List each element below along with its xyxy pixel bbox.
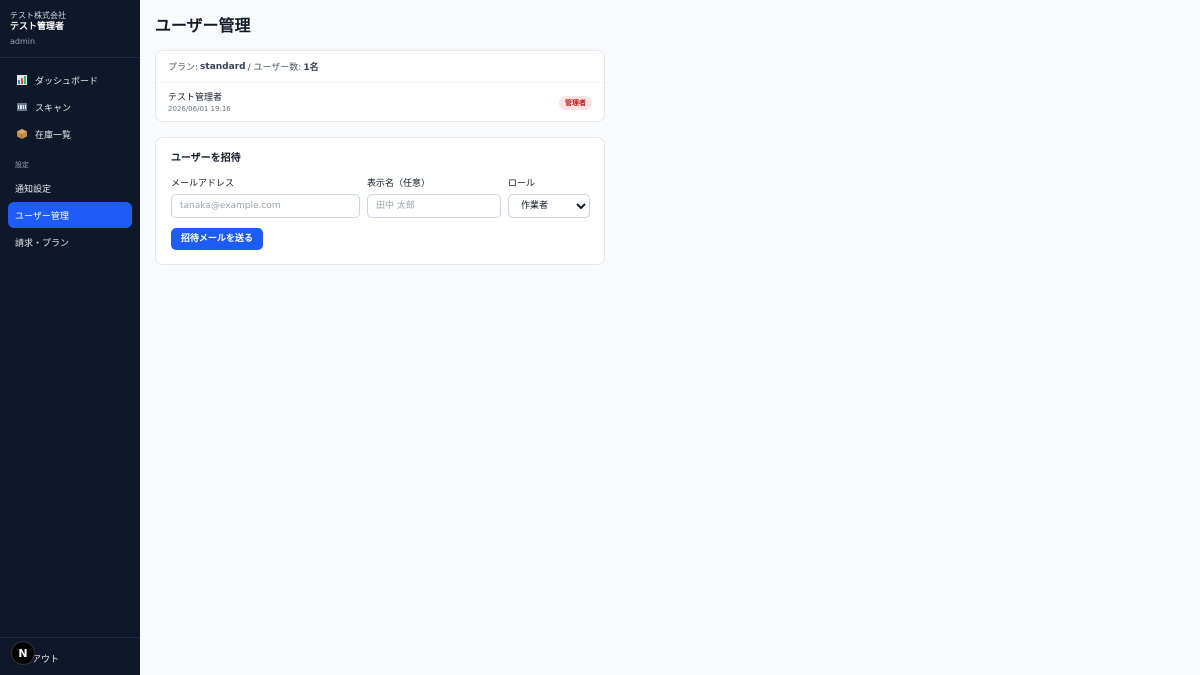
dev-badge-icon[interactable]: N <box>12 642 34 664</box>
plan-separator: / ユーザー数: <box>247 63 302 73</box>
company-name: テスト株式会社 <box>10 11 66 20</box>
org-header: テスト株式会社 テスト管理者 admin <box>0 0 140 58</box>
sidebar: テスト株式会社 テスト管理者 admin ダッシュボード スキャン 在庫一覧 設… <box>0 0 140 675</box>
user-count: 1名 <box>303 63 319 73</box>
display-name-label: 表示名（任意） <box>367 179 431 189</box>
chart-icon <box>16 75 27 86</box>
role-select[interactable]: 作業者 <box>508 194 590 218</box>
sidebar-nav: ダッシュボード スキャン 在庫一覧 設定 通知設定 ユーザー管理 請求・プラン <box>0 58 140 255</box>
sidebar-item-users[interactable]: ユーザー管理 <box>8 202 132 228</box>
barcode-icon <box>16 102 27 113</box>
invite-title: ユーザーを招待 <box>171 153 241 164</box>
plan-name: standard <box>200 61 246 72</box>
email-label: メールアドレス <box>171 179 235 189</box>
display-name-field[interactable] <box>367 194 501 218</box>
sidebar-item-billing[interactable]: 請求・プラン <box>8 229 132 255</box>
account-role: admin <box>10 37 36 46</box>
sidebar-item-scan[interactable]: スキャン <box>8 94 132 120</box>
plan-prefix: プラン: <box>168 63 199 73</box>
settings-section-label: 設定 <box>15 161 29 169</box>
email-field[interactable] <box>171 194 360 218</box>
sidebar-item-label: 在庫一覧 <box>35 130 72 141</box>
role-badge: 管理者 <box>559 96 592 110</box>
sidebar-item-label: ユーザー管理 <box>15 211 69 222</box>
plan-summary: プラン: standard / ユーザー数: 1名 <box>156 51 604 83</box>
user-list-card: プラン: standard / ユーザー数: 1名 テスト管理者 2026/06… <box>155 50 605 122</box>
sidebar-item-notifications[interactable]: 通知設定 <box>8 175 132 201</box>
sidebar-item-dashboard[interactable]: ダッシュボード <box>8 67 132 93</box>
send-invite-button[interactable]: 招待メールを送る <box>171 228 264 250</box>
box-icon <box>16 129 27 140</box>
role-field-group: ロール 作業者 <box>508 178 590 218</box>
email-field-group: メールアドレス <box>171 178 360 218</box>
user-name: テスト管理者 <box>168 93 223 103</box>
logout-link[interactable]: アウト <box>32 652 59 665</box>
sidebar-item-label: ダッシュボード <box>35 76 99 87</box>
list-item: テスト管理者 2026/06/01 19:16 管理者 <box>156 83 604 122</box>
main-content: ユーザー管理 プラン: standard / ユーザー数: 1名 テスト管理者 … <box>155 0 615 265</box>
sidebar-item-label: スキャン <box>35 103 72 114</box>
invite-form: メールアドレス 表示名（任意） ロール 作業者 <box>171 178 590 218</box>
sidebar-footer: アウト N <box>0 637 140 675</box>
role-label: ロール <box>508 179 536 189</box>
sidebar-item-label: 通知設定 <box>15 184 52 195</box>
display-name-field-group: 表示名（任意） <box>367 178 501 218</box>
sidebar-item-inventory[interactable]: 在庫一覧 <box>8 121 132 147</box>
page-title: ユーザー管理 <box>155 16 251 35</box>
invite-card: ユーザーを招待 メールアドレス 表示名（任意） ロール 作業者 招待メールを送る <box>155 137 605 265</box>
user-created-date: 2026/06/01 19:16 <box>168 105 231 113</box>
admin-name: テスト管理者 <box>10 22 65 32</box>
sidebar-item-label: 請求・プラン <box>15 238 70 249</box>
